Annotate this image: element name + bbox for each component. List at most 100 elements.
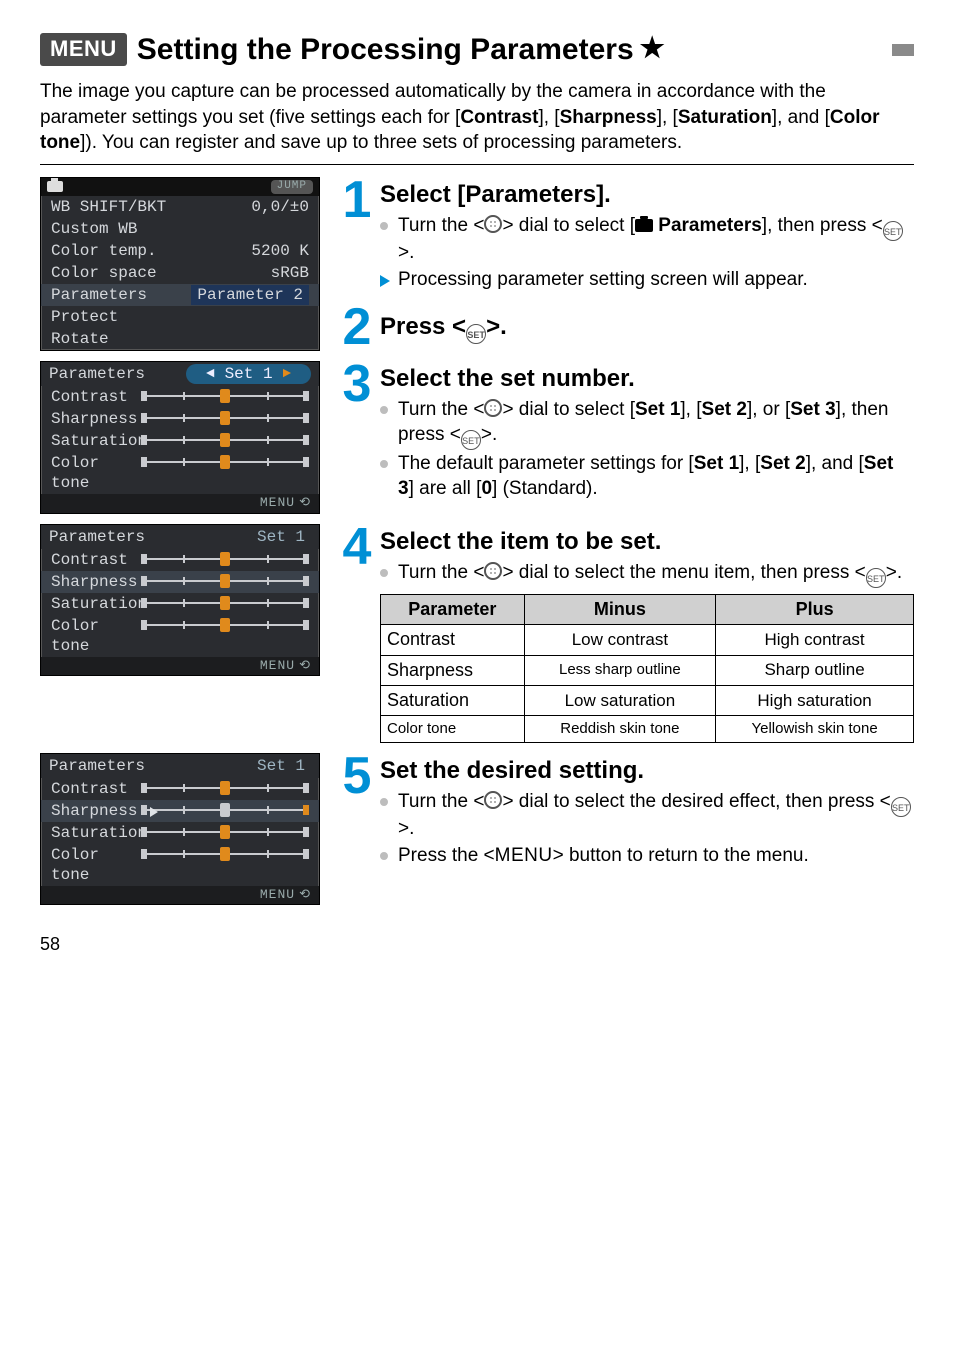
lcd-row: Color spacesRGB	[41, 262, 319, 284]
return-icon	[295, 658, 311, 673]
lcd-title: Parameters	[49, 364, 145, 384]
t: >.	[486, 313, 507, 340]
step5-title: Set the desired setting.	[380, 755, 914, 786]
intro-paragraph: The image you capture can be processed a…	[40, 79, 914, 156]
step1-title: Select [Parameters].	[380, 179, 914, 210]
lcd-param-row: Contrast	[41, 549, 319, 571]
lcd-footer: MENU	[41, 886, 319, 904]
t: Processing parameter setting screen will…	[398, 268, 914, 293]
step4-title: Select the item to be set.	[380, 526, 914, 557]
t: Press <	[380, 313, 466, 340]
bullet-icon	[380, 798, 388, 806]
lcd-row: ParametersParameter 2	[41, 284, 319, 306]
lcd-param-row: Contrast	[41, 386, 319, 408]
lcd-param-row: Sharpness	[41, 800, 319, 822]
lcd-main-menu: JUMP WB SHIFT/BKT0,0/±0Custom WBColor te…	[40, 177, 320, 351]
table-cell: Saturation	[381, 685, 525, 715]
lcd-row: Protect	[41, 306, 319, 328]
set-icon: SET	[883, 221, 903, 241]
step3-title: Select the set number.	[380, 363, 914, 394]
lcd-params-item: Parameters Set 1 ContrastSharpnessSatura…	[40, 524, 320, 676]
table-cell: Less sharp outline	[524, 655, 716, 685]
return-icon	[295, 495, 311, 510]
t: ], then press <	[762, 215, 883, 236]
table-cell: Low contrast	[524, 625, 716, 655]
section-marker	[892, 44, 914, 56]
camera-icon	[47, 181, 63, 192]
page-title-text: Setting the Processing Parameters	[137, 33, 634, 66]
table-cell: Contrast	[381, 625, 525, 655]
lcd-title: Parameters	[49, 527, 145, 547]
table-header: Plus	[716, 594, 914, 624]
t: >.	[398, 242, 414, 263]
lcd-title: Parameters	[49, 756, 145, 776]
step2-title: Press <SET>.	[380, 311, 507, 344]
set-chip: ◄ Set 1 ►	[186, 364, 311, 384]
menu-badge: MENU	[40, 33, 127, 66]
bullet-icon	[380, 222, 388, 230]
set-icon: SET	[891, 797, 911, 817]
set-icon: SET	[466, 324, 486, 344]
bullet-icon	[380, 852, 388, 860]
step-number-5: 5	[338, 753, 376, 800]
step-number-3: 3	[338, 361, 376, 408]
table-cell: Color tone	[381, 716, 525, 743]
step3-bullet-2: The default parameter settings for [Set …	[380, 452, 914, 501]
set-icon: SET	[461, 430, 481, 450]
table-row: Color toneReddish skin toneYellowish ski…	[381, 716, 914, 743]
lcd-footer: MENU	[41, 657, 319, 675]
lcd-param-row: Saturation	[41, 430, 319, 452]
divider	[40, 164, 914, 165]
lcd-footer: MENU	[41, 494, 319, 512]
table-header: Parameter	[381, 594, 525, 624]
set-chip-label: Set 1	[225, 364, 273, 384]
chevron-left-icon: ◄	[206, 366, 214, 384]
table-row: ContrastLow contrastHigh contrast	[381, 625, 914, 655]
dial-icon	[484, 562, 502, 580]
step5-bullet-1: Turn the <> dial to select the desired e…	[380, 790, 914, 842]
bullet-icon	[380, 460, 388, 468]
lcd-row: Rotate	[41, 328, 319, 350]
table-cell: Reddish skin tone	[524, 716, 716, 743]
chevron-right-icon: ►	[283, 366, 291, 384]
page-title: Setting the Processing Parameters★	[137, 30, 876, 69]
parameter-table: ParameterMinusPlus ContrastLow contrastH…	[380, 594, 914, 743]
table-cell: Sharpness	[381, 655, 525, 685]
lcd-param-row: Sharpness	[41, 571, 319, 593]
step-number-2: 2	[338, 304, 376, 351]
lcd-param-row: Color tone	[41, 452, 319, 494]
set-label: Set 1	[251, 756, 311, 776]
dial-icon	[484, 791, 502, 809]
step3-bullet-1: Turn the <> dial to select [Set 1], [Set…	[380, 398, 914, 450]
step1-bullet-1: Turn the <> dial to select [ Parameters]…	[380, 214, 914, 266]
table-header: Minus	[524, 594, 716, 624]
dial-icon	[484, 215, 502, 233]
set-label: Set 1	[251, 527, 311, 547]
bullet-icon	[380, 569, 388, 577]
t: Turn the <	[398, 215, 484, 236]
star-icon: ★	[640, 32, 665, 63]
step1-bullet-2: Processing parameter setting screen will…	[380, 268, 914, 293]
table-cell: Low saturation	[524, 685, 716, 715]
return-icon	[295, 887, 311, 902]
page-number: 58	[40, 933, 914, 956]
step5-bullet-2: Press the <MENU> button to return to the…	[380, 844, 914, 869]
t: Parameters	[658, 215, 762, 236]
table-row: SharpnessLess sharp outlineSharp outline	[381, 655, 914, 685]
lcd-param-row: Color tone	[41, 844, 319, 886]
table-cell: Sharp outline	[716, 655, 914, 685]
table-cell: High contrast	[716, 625, 914, 655]
lcd-param-row: Saturation	[41, 593, 319, 615]
step-number-4: 4	[338, 524, 376, 571]
set-icon: SET	[866, 568, 886, 588]
lcd-row: WB SHIFT/BKT0,0/±0	[41, 196, 319, 218]
lcd-param-row: Saturation	[41, 822, 319, 844]
table-row: SaturationLow saturationHigh saturation	[381, 685, 914, 715]
lcd-params-adjust: Parameters Set 1 ContrastSharpnessSatura…	[40, 753, 320, 905]
lcd-param-row: Color tone	[41, 615, 319, 657]
lcd-param-row: Contrast	[41, 778, 319, 800]
result-arrow-icon	[380, 275, 390, 287]
lcd-row: Custom WB	[41, 218, 319, 240]
lcd-params-chip: Parameters ◄ Set 1 ► ContrastSharpnessSa…	[40, 361, 320, 513]
bullet-icon	[380, 406, 388, 414]
